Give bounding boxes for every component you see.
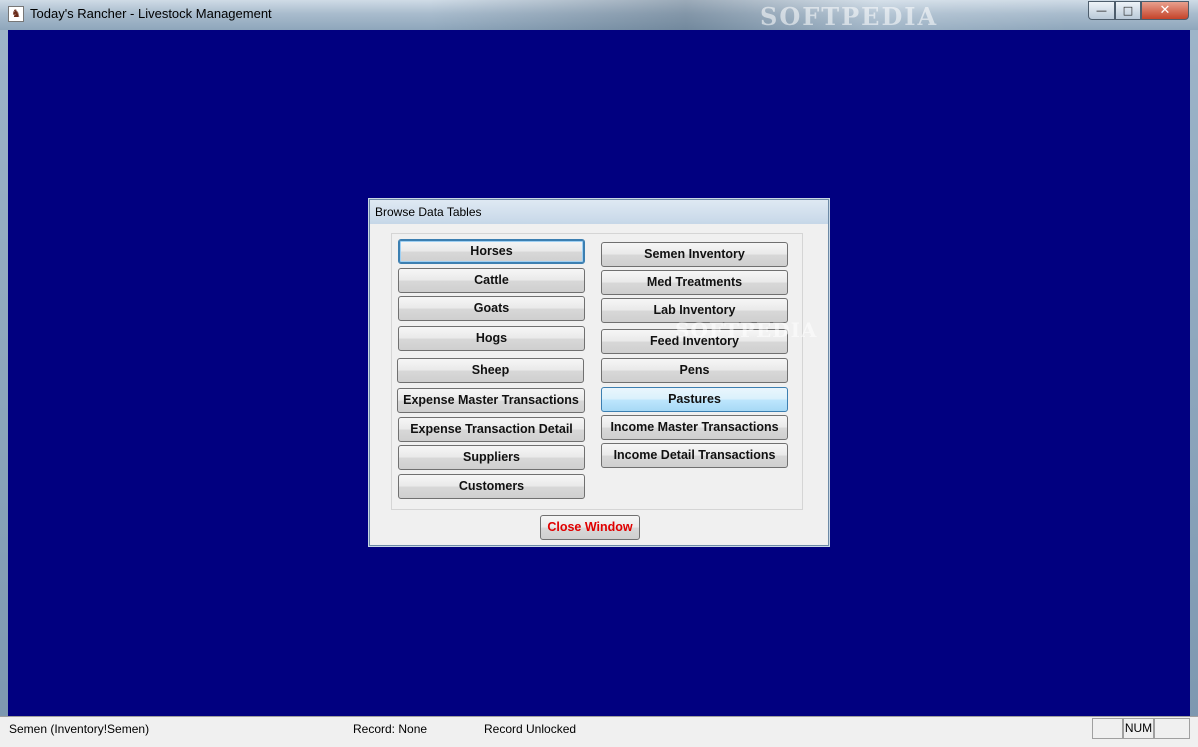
window-frame-right (1190, 30, 1198, 716)
income-detail-transactions-button[interactable]: Income Detail Transactions (601, 443, 788, 468)
watermark: SOFTPEDIA (760, 2, 939, 31)
pastures-button[interactable]: Pastures (601, 387, 788, 412)
minimize-button[interactable]: — (1088, 1, 1115, 20)
med-treatments-button[interactable]: Med Treatments (601, 270, 788, 295)
status-caps-indicator (1092, 718, 1123, 739)
browse-data-tables-dialog: Browse Data Tables Horses Cattle Goats H… (369, 199, 829, 546)
expense-master-transactions-button[interactable]: Expense Master Transactions (397, 388, 585, 413)
title-bar-decoration (430, 0, 1070, 30)
window-frame-left (0, 30, 8, 716)
semen-inventory-button[interactable]: Semen Inventory (601, 242, 788, 267)
income-master-transactions-button[interactable]: Income Master Transactions (601, 415, 788, 440)
maximize-button[interactable]: □ (1115, 1, 1141, 20)
status-num-indicator: NUM (1123, 718, 1154, 739)
title-bar[interactable]: ♞ Today's Rancher - Livestock Management… (0, 0, 1198, 31)
status-record: Record: None (353, 722, 428, 736)
pens-button[interactable]: Pens (601, 358, 788, 383)
close-window-button[interactable]: Close Window (540, 515, 640, 540)
window-title: Today's Rancher - Livestock Management (30, 6, 272, 21)
cattle-button[interactable]: Cattle (398, 268, 585, 293)
expense-transaction-detail-button[interactable]: Expense Transaction Detail (398, 417, 585, 442)
status-scroll-indicator (1154, 718, 1190, 739)
horses-button[interactable]: Horses (398, 239, 585, 264)
dialog-title[interactable]: Browse Data Tables (370, 200, 828, 224)
status-lock: Record Unlocked (484, 722, 577, 736)
dialog-watermark: SOFTPEDIA (675, 318, 818, 342)
status-current-table: Semen (Inventory!Semen) (9, 722, 150, 736)
app-window: ♞ Today's Rancher - Livestock Management… (0, 0, 1198, 747)
suppliers-button[interactable]: Suppliers (398, 445, 585, 470)
goats-button[interactable]: Goats (398, 296, 585, 321)
status-bar: Semen (Inventory!Semen) Record: None Rec… (0, 716, 1198, 747)
hogs-button[interactable]: Hogs (398, 326, 585, 351)
sheep-button[interactable]: Sheep (397, 358, 584, 383)
app-icon[interactable]: ♞ (8, 6, 24, 22)
customers-button[interactable]: Customers (398, 474, 585, 499)
close-button[interactable]: ✕ (1141, 1, 1189, 20)
